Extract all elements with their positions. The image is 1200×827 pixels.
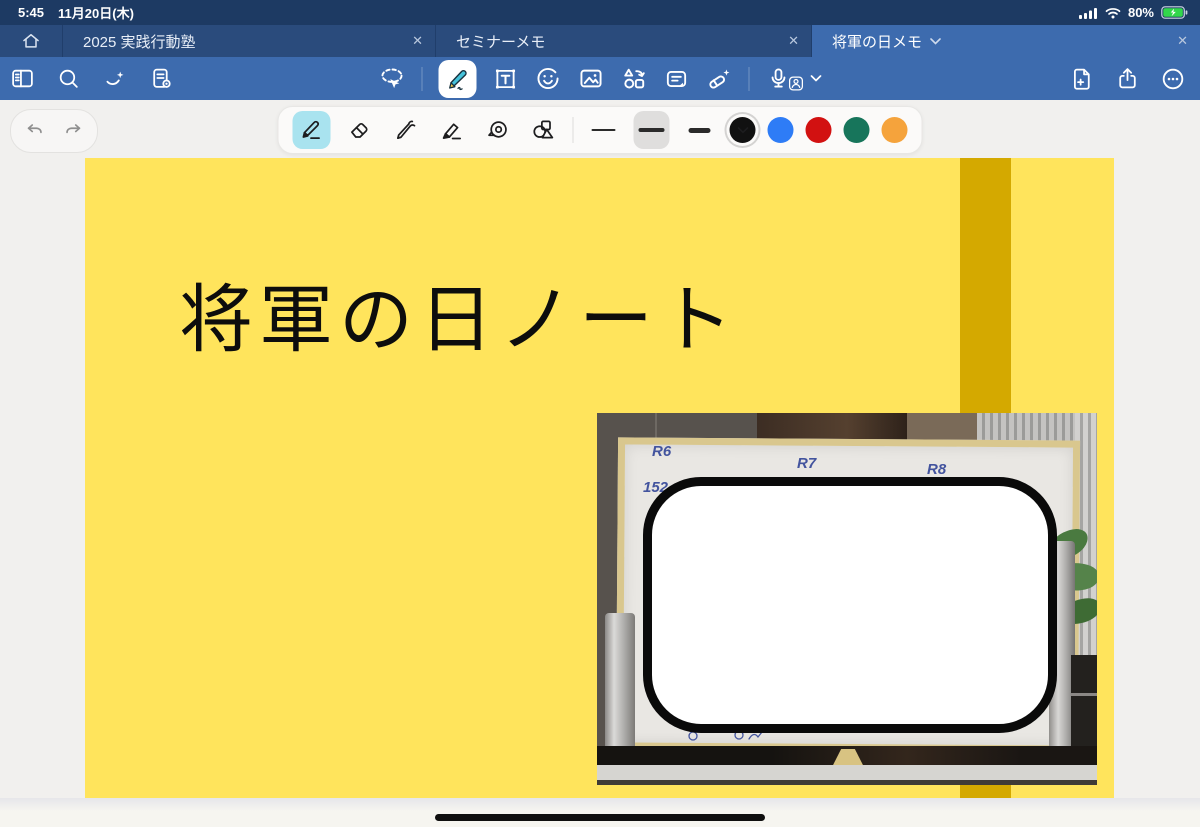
battery-icon xyxy=(1161,6,1188,19)
highlighter-option[interactable] xyxy=(435,111,469,149)
ballpoint-pen-option[interactable] xyxy=(389,111,423,149)
home-button[interactable] xyxy=(0,25,63,57)
laser-pointer-icon[interactable] xyxy=(706,65,733,92)
main-toolbar xyxy=(0,57,1200,100)
stand-crossbar xyxy=(597,765,1097,781)
status-date: 11月20日(木) xyxy=(58,3,134,22)
stroke-width-medium-selected[interactable] xyxy=(634,111,670,149)
canvas-area[interactable]: 将軍の日ノート R6 R7 R8 152 xyxy=(0,100,1200,827)
tab-close-button[interactable]: ✕ xyxy=(412,25,423,57)
tab-label: 将軍の日メモ xyxy=(832,31,922,52)
ai-sparkle-icon[interactable] xyxy=(102,66,128,92)
more-icon[interactable] xyxy=(1160,66,1186,92)
ipad-screen: 5:45 11月20日(木) 80% xyxy=(0,0,1200,827)
wifi-icon xyxy=(1105,7,1121,19)
cellular-signal-icon xyxy=(1079,7,1098,19)
floor xyxy=(597,780,1097,785)
undo-button[interactable] xyxy=(24,120,46,142)
shapes-tool-icon[interactable] xyxy=(621,65,648,92)
tab-label: セミナーメモ xyxy=(456,31,545,52)
pen-option-selected[interactable] xyxy=(293,111,331,149)
toolbar-divider xyxy=(422,67,423,91)
penbar-divider xyxy=(573,117,574,143)
shapes-option[interactable] xyxy=(527,111,561,149)
note-tool-icon[interactable] xyxy=(664,66,690,92)
battery-percent: 80% xyxy=(1128,5,1154,20)
tape-option[interactable] xyxy=(481,111,515,149)
search-icon[interactable] xyxy=(56,66,81,91)
redo-button[interactable] xyxy=(62,120,84,142)
sidebar-icon[interactable] xyxy=(10,66,35,91)
tab-bar: 2025 実践行動塾 ✕ セミナーメモ ✕ 将軍の日メモ ✕ xyxy=(0,25,1200,57)
handwriting-label: R6 xyxy=(652,443,671,460)
color-swatch-black-selected[interactable] xyxy=(730,117,756,143)
toolbar-divider xyxy=(749,67,750,91)
image-tool-icon[interactable] xyxy=(578,65,605,92)
pen-tool-selected[interactable] xyxy=(439,60,477,98)
tab-seminar-memo[interactable]: セミナーメモ ✕ xyxy=(436,25,812,57)
text-tool-icon[interactable] xyxy=(493,66,519,92)
color-swatch-red[interactable] xyxy=(806,117,832,143)
notebook-page[interactable]: 将軍の日ノート R6 R7 R8 152 xyxy=(85,158,1114,798)
sticker-tool-icon[interactable] xyxy=(535,65,562,92)
share-icon[interactable] xyxy=(1115,66,1140,91)
add-page-icon[interactable] xyxy=(1070,66,1095,91)
color-swatch-blue[interactable] xyxy=(768,117,794,143)
handwriting-label: R8 xyxy=(927,461,946,478)
color-swatch-orange[interactable] xyxy=(882,117,908,143)
ink-redaction-shape[interactable] xyxy=(643,477,1057,733)
page-title: 将軍の日ノート xyxy=(179,260,739,367)
home-indicator[interactable] xyxy=(435,814,765,821)
record-audio-icon[interactable] xyxy=(766,66,822,92)
pen-options-bar xyxy=(278,106,923,154)
tab-shogun-memo-active[interactable]: 将軍の日メモ ✕ xyxy=(812,25,1200,57)
whiteboard-photo[interactable]: R6 R7 R8 152 xyxy=(597,413,1097,785)
canvas-bottom-strip xyxy=(0,798,1200,827)
lasso-tool-icon[interactable] xyxy=(379,65,406,92)
handwriting-label: R7 xyxy=(797,455,816,472)
page-view-icon[interactable] xyxy=(149,66,174,91)
chevron-down-icon[interactable] xyxy=(930,38,941,45)
status-bar: 5:45 11月20日(木) 80% xyxy=(0,0,1200,25)
window-blinds xyxy=(977,413,1075,441)
color-swatch-green[interactable] xyxy=(844,117,870,143)
eraser-option[interactable] xyxy=(343,111,377,149)
stroke-width-thin[interactable] xyxy=(586,111,622,149)
status-time: 5:45 xyxy=(18,5,44,20)
tab-close-button[interactable]: ✕ xyxy=(788,25,799,57)
undo-redo-pill xyxy=(10,109,98,153)
stroke-width-thick[interactable] xyxy=(682,111,718,149)
tab-close-button[interactable]: ✕ xyxy=(1177,25,1188,57)
tab-2025-jissen[interactable]: 2025 実践行動塾 ✕ xyxy=(63,25,436,57)
tab-label: 2025 実践行動塾 xyxy=(83,31,196,52)
